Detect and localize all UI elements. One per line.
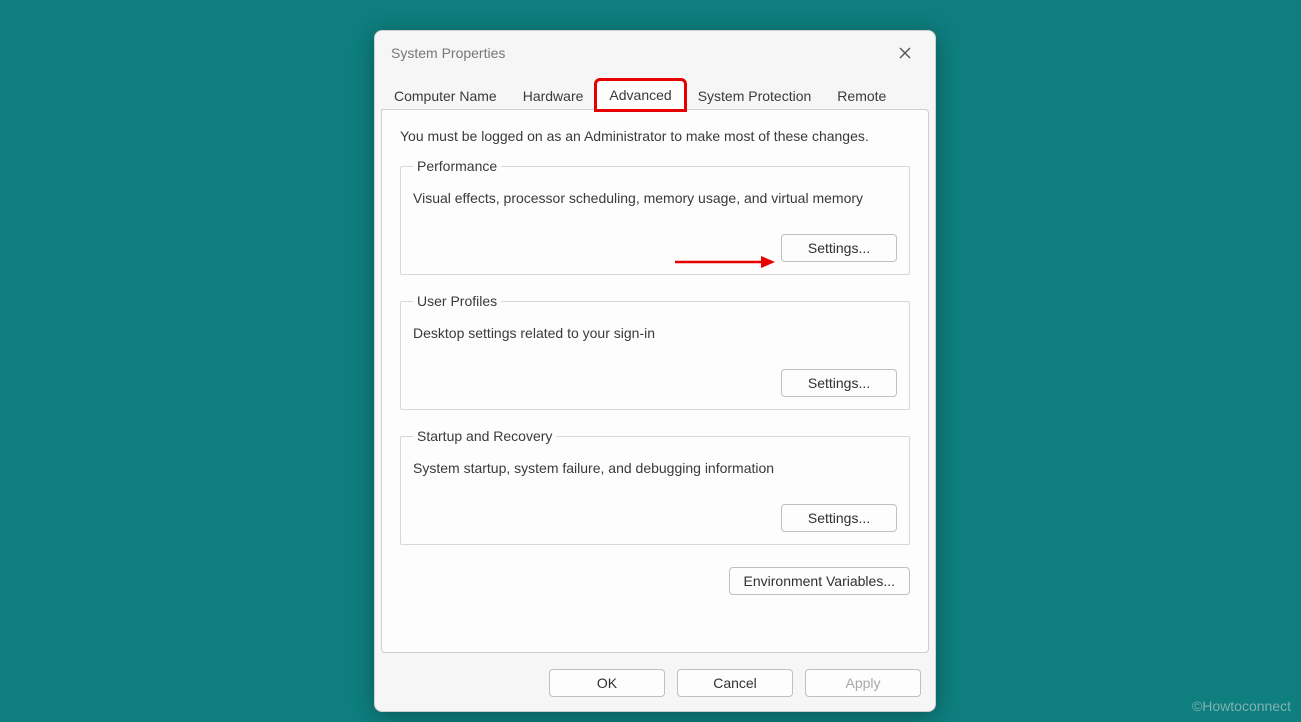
tab-strip: Computer Name Hardware Advanced System P… [375, 79, 935, 109]
system-properties-dialog: System Properties Computer Name Hardware… [374, 30, 936, 712]
ok-button[interactable]: OK [549, 669, 665, 697]
group-user-profiles: User Profiles Desktop settings related t… [400, 293, 910, 410]
environment-variables-button[interactable]: Environment Variables... [729, 567, 910, 595]
group-user-profiles-desc: Desktop settings related to your sign-in [413, 325, 897, 341]
cancel-button[interactable]: Cancel [677, 669, 793, 697]
apply-button[interactable]: Apply [805, 669, 921, 697]
group-user-profiles-legend: User Profiles [413, 293, 501, 309]
group-startup-recovery: Startup and Recovery System startup, sys… [400, 428, 910, 545]
tab-remote[interactable]: Remote [824, 81, 899, 110]
tab-hardware[interactable]: Hardware [510, 81, 597, 110]
tab-panel-advanced: You must be logged on as an Administrato… [381, 109, 929, 653]
window-title: System Properties [391, 45, 505, 61]
titlebar: System Properties [375, 31, 935, 71]
tab-system-protection[interactable]: System Protection [685, 81, 825, 110]
watermark-text: ©Howtoconnect [1192, 698, 1291, 714]
dialog-button-row: OK Cancel Apply [375, 659, 935, 711]
startup-recovery-settings-button[interactable]: Settings... [781, 504, 897, 532]
user-profiles-settings-button[interactable]: Settings... [781, 369, 897, 397]
performance-settings-button[interactable]: Settings... [781, 234, 897, 262]
tab-computer-name[interactable]: Computer Name [381, 81, 510, 110]
group-performance: Performance Visual effects, processor sc… [400, 158, 910, 275]
tab-advanced[interactable]: Advanced [596, 80, 684, 110]
environment-variables-row: Environment Variables... [400, 567, 910, 595]
close-icon [899, 47, 911, 59]
close-button[interactable] [891, 41, 919, 65]
group-startup-recovery-legend: Startup and Recovery [413, 428, 556, 444]
group-startup-recovery-desc: System startup, system failure, and debu… [413, 460, 897, 476]
group-performance-legend: Performance [413, 158, 501, 174]
group-performance-desc: Visual effects, processor scheduling, me… [413, 190, 897, 206]
admin-warning-text: You must be logged on as an Administrato… [400, 128, 910, 144]
